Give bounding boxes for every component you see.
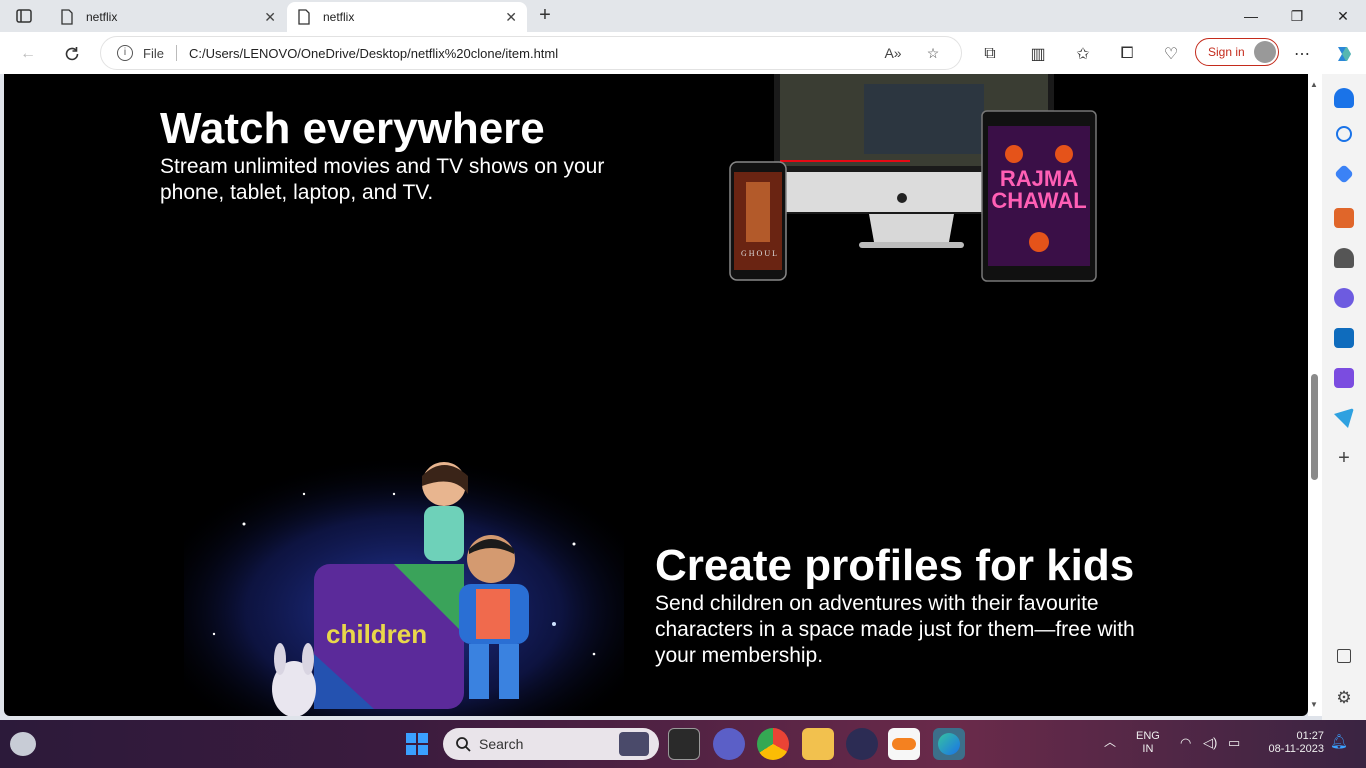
close-icon[interactable]: ✕ xyxy=(264,9,276,26)
search-placeholder: Search xyxy=(479,736,524,752)
designer-icon[interactable] xyxy=(1334,368,1354,388)
teams-chat-icon[interactable] xyxy=(713,728,745,760)
scroll-up-icon[interactable]: ▲ xyxy=(1310,80,1318,89)
browser-essentials-icon[interactable]: ♡ xyxy=(1157,40,1185,68)
scheme-label: File xyxy=(143,45,164,61)
extensions-icon[interactable]: ⧉ xyxy=(976,40,1004,68)
hide-sidebar-icon[interactable] xyxy=(1337,649,1351,663)
notifications-bell-icon[interactable] xyxy=(1334,88,1354,108)
sign-in-label: Sign in xyxy=(1208,45,1245,59)
refresh-icon xyxy=(65,47,79,61)
divider xyxy=(175,45,177,61)
tablet-poster-line2: CHAWAL xyxy=(991,188,1087,213)
kids-profiles-heading: Create profiles for kids xyxy=(655,541,1135,590)
sign-in-button[interactable]: Sign in xyxy=(1195,38,1279,66)
tab-title: netflix xyxy=(323,10,355,24)
tab-title: netflix xyxy=(86,10,118,24)
kids-illustration xyxy=(184,454,624,716)
wifi-icon[interactable]: ◠ xyxy=(1180,736,1191,749)
cloud-app-icon[interactable] xyxy=(888,728,920,760)
battery-icon[interactable]: ▭ xyxy=(1228,736,1240,749)
tab-actions-icon xyxy=(16,9,32,23)
browser-toolbar: ← i File C:/Users/LENOVO/OneDrive/Deskto… xyxy=(0,32,1366,74)
url-text[interactable]: C:/Users/LENOVO/OneDrive/Desktop/netflix… xyxy=(189,46,881,61)
task-view-icon[interactable] xyxy=(668,728,700,760)
page-icon xyxy=(298,9,310,25)
close-window-button[interactable]: ✕ xyxy=(1320,0,1366,32)
windows-taskbar: Search ︿ ENG IN ◠ ◁) ▭ 01:27 08-11-2023 … xyxy=(0,720,1366,768)
volume-icon[interactable]: ◁) xyxy=(1203,736,1217,749)
refresh-button[interactable] xyxy=(58,40,86,68)
children-box-label: children xyxy=(326,619,428,649)
add-icon[interactable]: + xyxy=(1334,448,1354,468)
search-icon[interactable] xyxy=(1336,126,1352,142)
settings-gear-icon[interactable]: ⚙ xyxy=(1334,688,1354,708)
info-icon[interactable]: i xyxy=(117,45,133,61)
search-highlight-icon xyxy=(619,732,649,756)
page-icon xyxy=(61,9,73,25)
page-viewport: Watch everywhere Stream unlimited movies… xyxy=(4,74,1308,716)
clock[interactable]: 01:27 08-11-2023 xyxy=(1260,730,1324,756)
favorites-icon[interactable]: ✩ xyxy=(1069,40,1097,68)
more-menu-icon[interactable]: ⋯ xyxy=(1288,40,1316,68)
address-bar[interactable]: i File C:/Users/LENOVO/OneDrive/Desktop/… xyxy=(100,36,962,70)
avatar xyxy=(1254,41,1276,63)
page-scrollbar[interactable]: ▲ ▼ xyxy=(1308,74,1322,716)
tab-strip: netflix ✕ netflix ✕ + — ❐ ✕ xyxy=(0,0,1366,32)
back-button[interactable]: ← xyxy=(14,40,42,68)
new-tab-button[interactable]: + xyxy=(533,4,557,28)
clock-time: 01:27 xyxy=(1296,730,1324,742)
scrollbar-thumb[interactable] xyxy=(1311,374,1318,480)
tab-netflix-1[interactable]: netflix ✕ xyxy=(50,2,286,32)
games-icon[interactable] xyxy=(1334,248,1354,268)
close-icon[interactable]: ✕ xyxy=(505,9,517,26)
tab-actions-button[interactable] xyxy=(8,4,40,28)
collections-icon[interactable]: ⧠ xyxy=(1113,40,1141,68)
windows-start-icon[interactable] xyxy=(405,732,429,756)
copilot-icon[interactable] xyxy=(1330,40,1358,68)
shopping-tag-icon[interactable] xyxy=(1334,164,1354,184)
microsoft-365-icon[interactable] xyxy=(1334,288,1354,308)
read-aloud-icon[interactable]: A» xyxy=(881,45,905,61)
language-indicator[interactable]: ENG IN xyxy=(1136,730,1160,756)
tools-icon[interactable] xyxy=(1334,208,1354,228)
scroll-down-icon[interactable]: ▼ xyxy=(1310,700,1318,709)
region-code: IN xyxy=(1142,743,1154,755)
edge-logo-icon xyxy=(938,733,960,755)
outlook-icon[interactable] xyxy=(1334,328,1354,348)
split-screen-icon[interactable]: ▥ xyxy=(1024,40,1052,68)
drop-icon[interactable] xyxy=(1334,408,1354,428)
eclipse-icon[interactable] xyxy=(846,728,878,760)
edge-sidebar: + ⚙ xyxy=(1322,74,1366,720)
search-icon xyxy=(456,737,471,752)
restore-button[interactable]: ❐ xyxy=(1274,0,1320,32)
file-explorer-icon[interactable] xyxy=(802,728,834,760)
clock-date: 08-11-2023 xyxy=(1268,743,1324,755)
favorite-star-icon[interactable]: ☆ xyxy=(921,45,945,62)
chrome-icon[interactable] xyxy=(757,728,789,760)
cloud-icon xyxy=(892,738,916,750)
notification-bell-icon[interactable]: 🔔︎ xyxy=(1330,734,1348,748)
tab-netflix-2[interactable]: netflix ✕ xyxy=(287,2,527,32)
watch-everywhere-text: Stream unlimited movies and TV shows on … xyxy=(160,155,605,204)
copilot-logo-icon xyxy=(1338,47,1351,61)
phone-poster-title: GHOUL xyxy=(741,249,779,258)
kids-profiles-text: Send children on adventures with their f… xyxy=(655,592,1135,667)
tray-chevron-icon[interactable]: ︿ xyxy=(1104,736,1116,749)
watch-everywhere-heading: Watch everywhere xyxy=(160,104,545,153)
minimize-button[interactable]: — xyxy=(1228,0,1274,32)
taskbar-search[interactable]: Search xyxy=(443,728,659,760)
language-code: ENG xyxy=(1136,730,1160,742)
weather-icon[interactable] xyxy=(10,732,36,756)
edge-taskbar-icon[interactable] xyxy=(933,728,965,760)
